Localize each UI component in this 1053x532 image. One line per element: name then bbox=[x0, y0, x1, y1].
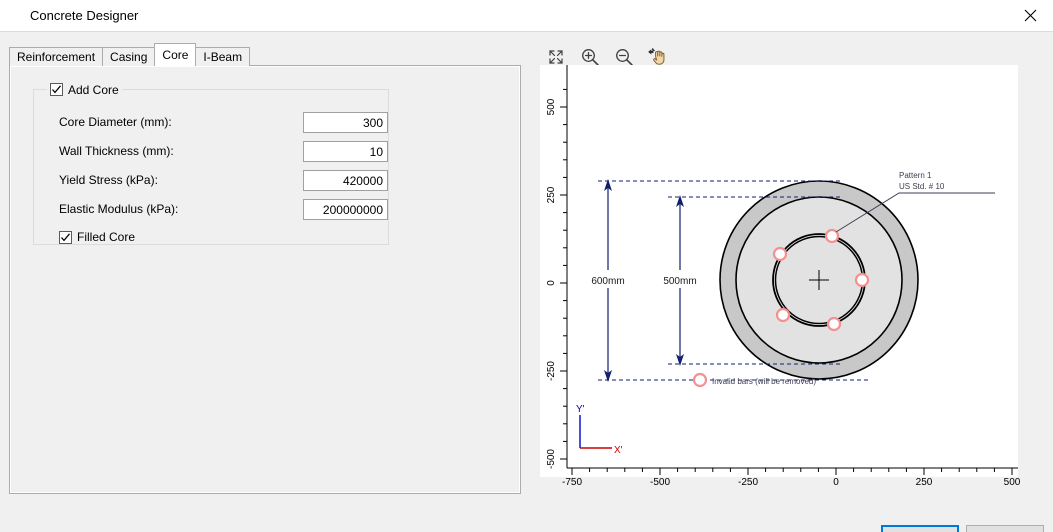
core-diameter-label: Core Diameter (mm): bbox=[59, 115, 172, 129]
checkbox-box bbox=[59, 230, 72, 244]
checkmark-icon bbox=[52, 85, 61, 94]
core-diameter-input[interactable] bbox=[303, 112, 388, 133]
wall-thickness-input[interactable] bbox=[303, 141, 388, 162]
close-button[interactable] bbox=[1007, 0, 1053, 31]
yield-stress-label: Yield Stress (kPa): bbox=[59, 173, 158, 187]
invalid-bars-label: Invalid bars (will be removed) bbox=[712, 377, 816, 386]
filled-core-label: Filled Core bbox=[77, 230, 136, 244]
window-body: Reinforcement Casing Core I-Beam Add Cor… bbox=[0, 31, 1053, 532]
concrete-designer-window: Concrete Designer Reinforcement Casing C… bbox=[0, 0, 1053, 532]
field-row-elastic-modulus: Elastic Modulus (kPa): bbox=[34, 199, 388, 220]
close-icon bbox=[1024, 9, 1036, 22]
field-row-yield-stress: Yield Stress (kPa): bbox=[34, 170, 388, 191]
add-core-checkbox[interactable]: Add Core bbox=[50, 83, 119, 97]
dimension-label: 500mm bbox=[663, 276, 696, 287]
checkbox-box bbox=[50, 83, 63, 96]
dialog-footer: Show Dimensions OK Cancel bbox=[0, 494, 1053, 532]
y-tick-label: 500 bbox=[546, 98, 557, 115]
tab-label: I-Beam bbox=[203, 50, 243, 64]
zoom-in-icon bbox=[582, 49, 599, 66]
pattern-label-line1: Pattern 1 bbox=[899, 171, 932, 180]
rebar-circle bbox=[772, 246, 788, 262]
x-axis-tick-labels: -750 -500 -250 0 250 500 bbox=[540, 477, 1021, 493]
pattern-label-line2: US Std. # 10 bbox=[899, 182, 945, 191]
wall-thickness-label: Wall Thickness (mm): bbox=[59, 144, 174, 158]
field-row-wall-thickness: Wall Thickness (mm): bbox=[34, 141, 388, 162]
invalid-bar-swatch-icon bbox=[692, 372, 708, 388]
rebar-circle bbox=[826, 316, 842, 332]
tab-label: Casing bbox=[110, 50, 148, 64]
x-axis-indicator-label: X' bbox=[614, 445, 623, 456]
x-tick-label: -500 bbox=[649, 477, 671, 488]
window-title: Concrete Designer bbox=[30, 8, 139, 23]
y-tick-label: 0 bbox=[546, 280, 557, 286]
x-tick-label: -250 bbox=[737, 477, 759, 488]
title-bar: Concrete Designer bbox=[0, 0, 1053, 32]
tab-strip: Reinforcement Casing Core I-Beam bbox=[9, 43, 251, 66]
drawing-panel: 500 250 0 -250 -500 600mm 500mm Pattern … bbox=[530, 32, 1053, 532]
add-core-group: Add Core Core Diameter (mm): Wall Thickn… bbox=[33, 81, 389, 245]
x-tick-label: 500 bbox=[1003, 477, 1021, 488]
tab-label: Reinforcement bbox=[17, 50, 96, 64]
zoom-extents-icon bbox=[549, 50, 563, 64]
cancel-button[interactable]: Cancel bbox=[966, 525, 1044, 532]
add-core-label: Add Core bbox=[68, 82, 119, 97]
section-drawing-canvas[interactable]: 500 250 0 -250 -500 600mm 500mm Pattern … bbox=[540, 65, 1018, 477]
section-drawing-svg: 500 250 0 -250 -500 600mm 500mm Pattern … bbox=[540, 65, 1018, 477]
tab-reinforcement[interactable]: Reinforcement bbox=[9, 47, 104, 66]
field-row-core-diameter: Core Diameter (mm): bbox=[34, 112, 388, 133]
tab-i-beam[interactable]: I-Beam bbox=[195, 47, 251, 66]
tab-casing[interactable]: Casing bbox=[102, 47, 156, 66]
checkmark-icon bbox=[61, 232, 70, 241]
rebar-circle bbox=[775, 307, 791, 323]
tab-page-inner: Add Core Core Diameter (mm): Wall Thickn… bbox=[10, 66, 520, 493]
x-tick-label: -750 bbox=[561, 477, 583, 488]
y-tick-label: -500 bbox=[546, 449, 557, 469]
x-tick-label: 250 bbox=[915, 477, 933, 488]
filled-core-checkbox[interactable]: Filled Core bbox=[59, 230, 135, 244]
y-tick-label: 250 bbox=[546, 186, 557, 203]
tab-page-core: Add Core Core Diameter (mm): Wall Thickn… bbox=[9, 65, 521, 494]
x-tick-label: 0 bbox=[833, 477, 839, 488]
tab-core[interactable]: Core bbox=[154, 43, 197, 66]
yield-stress-input[interactable] bbox=[303, 170, 388, 191]
pan-hand-icon bbox=[648, 48, 665, 65]
elastic-modulus-input[interactable] bbox=[303, 199, 388, 220]
add-core-legend: Add Core bbox=[47, 81, 122, 98]
elastic-modulus-label: Elastic Modulus (kPa): bbox=[59, 202, 179, 216]
ok-button[interactable]: OK bbox=[881, 525, 959, 532]
y-axis-indicator-label: Y' bbox=[576, 404, 585, 415]
tab-label: Core bbox=[162, 48, 189, 62]
y-tick-label: -250 bbox=[546, 361, 557, 381]
rebar-circle bbox=[854, 272, 870, 288]
dimension-label: 600mm bbox=[591, 276, 624, 287]
zoom-out-icon bbox=[616, 49, 633, 66]
